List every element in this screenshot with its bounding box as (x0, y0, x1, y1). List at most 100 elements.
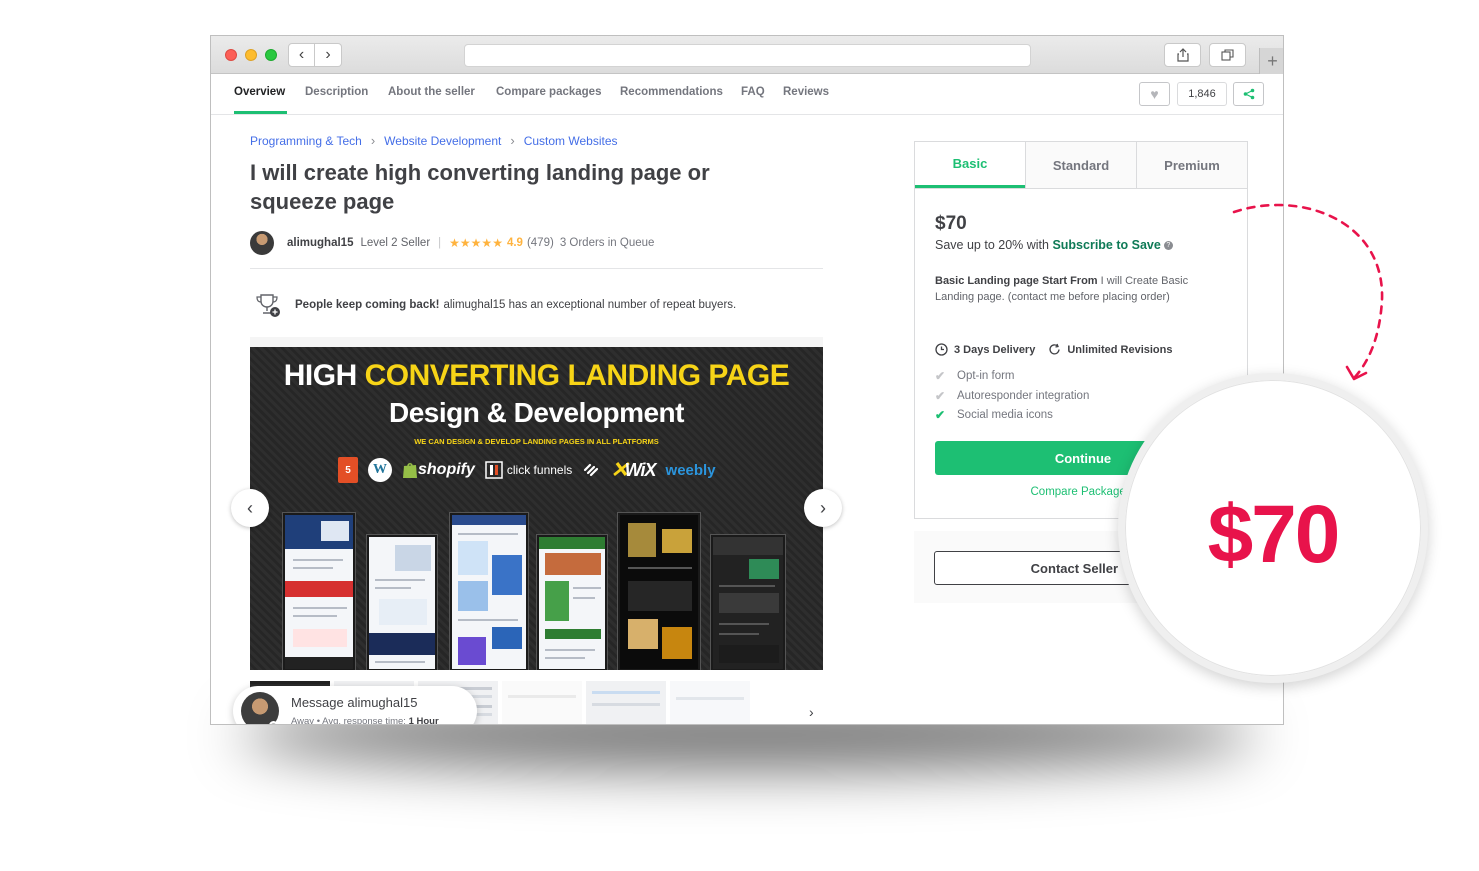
gallery-prev-button[interactable]: ‹ (231, 489, 269, 527)
feature-label: Autoresponder integration (957, 390, 1090, 402)
clickfunnels-text: click funnels (506, 463, 573, 477)
zoom-window-button[interactable] (265, 49, 277, 61)
breadcrumb: Programming & Tech › Website Development… (250, 133, 618, 148)
title-bar: ‹ › + (211, 36, 1283, 74)
delivery-info: 3 Days Delivery Unlimited Revisions (935, 343, 1172, 356)
package-name: Basic Landing page Start From (935, 275, 1098, 287)
rating-score: 4.9 (506, 237, 523, 249)
subscribe-to-save-link[interactable]: Subscribe to Save (1052, 238, 1160, 252)
package-price: $70 (935, 213, 967, 234)
feature-item: ✔ Social media icons (935, 408, 1053, 422)
refresh-icon (1049, 343, 1060, 355)
show-tabs-button[interactable] (1209, 43, 1246, 67)
tab-compare-packages[interactable]: Compare packages (496, 86, 601, 98)
gallery-next-button[interactable]: › (804, 489, 842, 527)
check-icon: ✔ (935, 389, 946, 403)
repeat-buyers-title: People keep coming back! (295, 299, 440, 311)
tab-reviews[interactable]: Reviews (783, 86, 829, 98)
help-icon[interactable]: ? (1163, 241, 1173, 251)
wordpress-logo-icon: W (368, 458, 392, 482)
mockup-screen (367, 535, 437, 670)
platform-logos: 5 W shopify click funnels ✕ WiX weebly (338, 457, 716, 483)
heart-icon: ♥ (1150, 86, 1159, 102)
share-icon (1243, 88, 1254, 100)
feature-item: ✔ Opt-in form (935, 369, 1015, 383)
clock-icon (935, 343, 948, 356)
trophy-icon (256, 294, 280, 317)
divider (250, 268, 823, 269)
breadcrumb-custom-websites[interactable]: Custom Websites (524, 134, 618, 148)
breadcrumb-website-development[interactable]: Website Development (384, 134, 501, 148)
feature-item: ✔ Autoresponder integration (935, 389, 1089, 403)
tab-recommendations[interactable]: Recommendations (620, 86, 723, 98)
tabs-icon (1221, 49, 1234, 61)
feature-label: Opt-in form (957, 370, 1015, 382)
message-seller-bubble[interactable]: Message alimughal15 Away • Avg. response… (233, 686, 477, 725)
squarespace-logo-icon (582, 462, 600, 478)
gallery-thumbnail[interactable] (586, 681, 666, 724)
chevron-right-icon[interactable]: › (809, 704, 814, 720)
gallery-thumbnail[interactable] (502, 681, 582, 724)
callout-arrow-icon (1232, 203, 1384, 381)
tab-standard[interactable]: Standard (1025, 142, 1136, 188)
tab-about-seller[interactable]: About the seller (388, 86, 475, 98)
headline-yellow: CONVERTING LANDING PAGE (364, 359, 790, 392)
save-to-list-button[interactable]: ♥ (1139, 82, 1170, 106)
chevron-right-icon: › (325, 46, 331, 63)
shopify-logo: shopify (402, 461, 475, 479)
forward-button[interactable]: › (315, 43, 342, 67)
gallery-subheadline: Design & Development (389, 397, 684, 428)
headline-white: HIGH (283, 359, 365, 392)
new-tab-button[interactable]: + (1259, 48, 1283, 74)
gallery-tagline: WE CAN DESIGN & DEVELOP LANDING PAGES IN… (414, 437, 659, 446)
close-window-button[interactable] (225, 49, 237, 61)
weebly-logo: weebly (665, 461, 716, 479)
star-rating-icon: ★★★★★ (449, 236, 503, 250)
share-gig-button[interactable] (1233, 82, 1264, 106)
history-buttons: ‹ › (288, 43, 343, 67)
message-status: Away • Avg. response time: 1 Hour (291, 716, 439, 725)
gig-gallery-image[interactable]: HIGH CONVERTING LANDING PAGE Design & De… (250, 347, 823, 670)
share-page-button[interactable] (1164, 43, 1201, 67)
clickfunnels-icon (485, 461, 503, 479)
tab-premium[interactable]: Premium (1136, 142, 1247, 188)
stage: ‹ › + Overview Description About the sel… (0, 0, 1479, 871)
tab-faq[interactable]: FAQ (741, 86, 765, 98)
seller-avatar[interactable] (250, 231, 274, 255)
away-status-dot (269, 721, 278, 724)
tab-basic[interactable]: Basic (915, 142, 1025, 188)
repeat-buyers-text: alimughal15 has an exceptional number of… (443, 299, 737, 311)
gallery-thumbnail[interactable] (670, 681, 750, 724)
mockup-screen (450, 513, 528, 670)
response-time-label: Avg. response time: (322, 716, 406, 725)
revisions: Unlimited Revisions (1067, 343, 1173, 356)
shopify-text: shopify (418, 461, 475, 478)
package-description: Basic Landing page Start From I will Cre… (935, 273, 1220, 305)
chevron-right-icon: › (510, 133, 515, 148)
away-label: Away (291, 716, 315, 725)
repeat-buyers-notice: People keep coming back! alimughal15 has… (254, 292, 736, 318)
seller-name[interactable]: alimughal15 (287, 237, 353, 249)
callout-price: $70 (1207, 489, 1341, 580)
breadcrumb-programming[interactable]: Programming & Tech (250, 134, 362, 148)
chevron-right-icon: › (370, 133, 376, 148)
delivery-days: 3 Days Delivery (954, 343, 1036, 356)
gig-nav: Overview Description About the seller Co… (211, 74, 1283, 115)
seller-level: Level 2 Seller (360, 237, 431, 249)
mockup-screen (283, 513, 355, 670)
address-bar[interactable] (464, 44, 1031, 67)
contact-seller-label: Contact Seller (1030, 560, 1119, 576)
wix-text: WiX (624, 459, 657, 480)
chevron-left-icon: ‹ (298, 46, 305, 63)
active-tab-indicator (234, 111, 287, 114)
chevron-left-icon: ‹ (247, 497, 253, 518)
html5-logo-icon: 5 (338, 457, 358, 483)
tab-description[interactable]: Description (305, 86, 368, 98)
divider: | (438, 237, 442, 249)
plus-icon: + (1267, 50, 1278, 71)
package-tabs: Basic Standard Premium (915, 142, 1247, 189)
tab-overview[interactable]: Overview (234, 86, 285, 98)
back-button[interactable]: ‹ (288, 43, 315, 67)
review-count[interactable]: (479) (527, 237, 554, 249)
minimize-window-button[interactable] (245, 49, 257, 61)
